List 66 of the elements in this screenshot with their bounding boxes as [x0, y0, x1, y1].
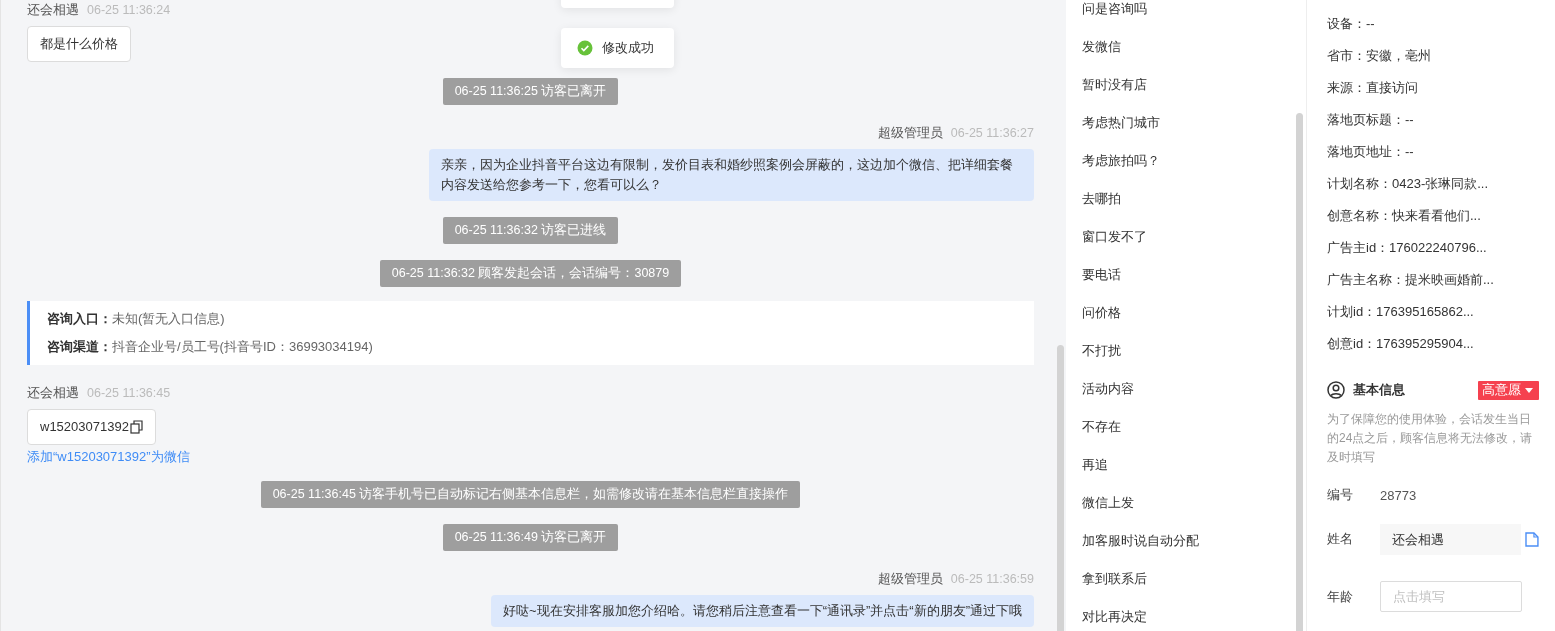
age-field[interactable]: 点击填写 — [1380, 581, 1522, 612]
info-line: 计划id：176395165862... — [1327, 303, 1475, 321]
sender-name: 还会相遇 — [27, 384, 79, 402]
system-notice: 06-25 11:36:25 访客已离开 — [442, 78, 619, 105]
message-time: 06-25 11:36:45 — [87, 385, 171, 402]
quick-reply-item[interactable]: 不存在 — [1082, 408, 1306, 446]
scrollbar-thumb[interactable] — [1057, 345, 1064, 631]
system-notice: 06-25 11:36:32 访客已进线 — [442, 217, 619, 244]
info-line: 省市：安徽，亳州 — [1327, 47, 1432, 65]
scrollbar-thumb[interactable] — [1296, 113, 1303, 631]
info-value: 抖音企业号/员工号(抖音号ID：36993034194) — [112, 339, 373, 354]
quick-reply-item[interactable]: 暂时没有店 — [1082, 66, 1306, 104]
copy-icon — [129, 420, 143, 434]
intent-tag-dropdown[interactable]: 高意愿 — [1478, 380, 1539, 400]
info-value: 未知(暂无入口信息) — [112, 311, 225, 326]
info-line: 广告主名称：提米映画婚前... — [1327, 271, 1495, 289]
quick-reply-item[interactable]: 问价格 — [1082, 294, 1306, 332]
info-line: 计划名称：0423-张琳同款... — [1327, 175, 1490, 193]
message-bubble: 好哒~现在安排客服加您介绍哈。请您稍后注意查看一下“通讯录”并点击“新的朋友”通过下哦 — [491, 595, 1034, 627]
info-line: 来源：直接访问 — [1327, 79, 1419, 97]
info-label: 咨询入口： — [47, 311, 112, 326]
field-label: 年龄 — [1327, 587, 1354, 606]
field-label: 编号 — [1327, 486, 1354, 504]
quick-reply-item[interactable]: 加客服时说自动分配 — [1082, 522, 1306, 560]
info-line: 设备：-- — [1327, 15, 1376, 33]
quick-reply-item[interactable]: 考虑热门城市 — [1082, 104, 1306, 142]
field-value: 28773 — [1380, 487, 1417, 503]
system-notice: 06-25 11:36:32 顾客发起会话，会话编号：30879 — [379, 260, 682, 287]
quick-reply-item[interactable]: 考虑旅拍吗？ — [1082, 142, 1306, 180]
info-line: 创意名称：快来看看他们... — [1327, 207, 1482, 225]
hint-text: 为了保障您的使用体验，会话发生当日的24点之后，顾客信息将无法修改，请及时填写 — [1327, 411, 1534, 466]
quick-reply-item[interactable]: 去哪拍 — [1082, 180, 1306, 218]
copy-icon — [1525, 531, 1539, 547]
quick-reply-item[interactable]: 活动内容 — [1082, 370, 1306, 408]
message-time: 06-25 11:36:27 — [950, 125, 1034, 142]
message-text: w15203071392 — [40, 418, 129, 436]
sender-name: 还会相遇 — [27, 1, 79, 19]
sender-name: 超级管理员 — [877, 570, 943, 588]
system-notice: 06-25 11:36:49 访客已离开 — [442, 524, 619, 551]
sender-name: 超级管理员 — [877, 124, 943, 142]
field-label: 姓名 — [1327, 530, 1354, 548]
message-time: 06-25 11:36:59 — [950, 571, 1034, 588]
message-time: 06-25 11:36:24 — [87, 2, 171, 19]
message-bubble: 亲亲，因为企业抖音平台这边有限制，发价目表和婚纱照案例会屏蔽的，这边加个微信、把详细套餐内容发送给您参考一下，您看可以么？ — [429, 149, 1034, 201]
quick-reply-item[interactable]: 拿到联系后 — [1082, 560, 1306, 598]
info-line: 落地页地址：-- — [1327, 143, 1415, 161]
info-line: 落地页标题：-- — [1327, 111, 1415, 129]
quick-reply-item[interactable]: 问是咨询吗 — [1082, 0, 1306, 28]
system-notice: 06-25 11:36:45 访客手机号已自动标记右侧基本信息栏，如需修改请在基本信息栏直接操作 — [260, 481, 801, 508]
toast-message: 修改成功 — [602, 39, 654, 57]
caret-icon — [1525, 387, 1533, 393]
quick-reply-item[interactable]: 窗口发不了 — [1082, 218, 1306, 256]
section-title: 基本信息 — [1353, 381, 1405, 399]
quick-reply-item[interactable]: 发微信 — [1082, 28, 1306, 66]
quick-reply-item[interactable]: 不打扰 — [1082, 332, 1306, 370]
message-bubble: 都是什么价格 — [27, 26, 131, 62]
info-label: 咨询渠道： — [47, 339, 112, 354]
quick-reply-item[interactable]: 对比再决定 — [1082, 598, 1306, 631]
quick-reply-item[interactable]: 再追 — [1082, 446, 1306, 484]
info-line: 广告主id：176022240796... — [1327, 239, 1488, 257]
name-field[interactable]: 还会相遇 — [1379, 523, 1522, 555]
user-circle-icon — [1327, 381, 1345, 399]
check-circle-icon — [577, 40, 593, 56]
quick-reply-item[interactable]: 要电话 — [1082, 256, 1306, 294]
info-line: 创意id：176395295904... — [1327, 335, 1475, 353]
quick-reply-item[interactable]: 微信上发 — [1082, 484, 1306, 522]
